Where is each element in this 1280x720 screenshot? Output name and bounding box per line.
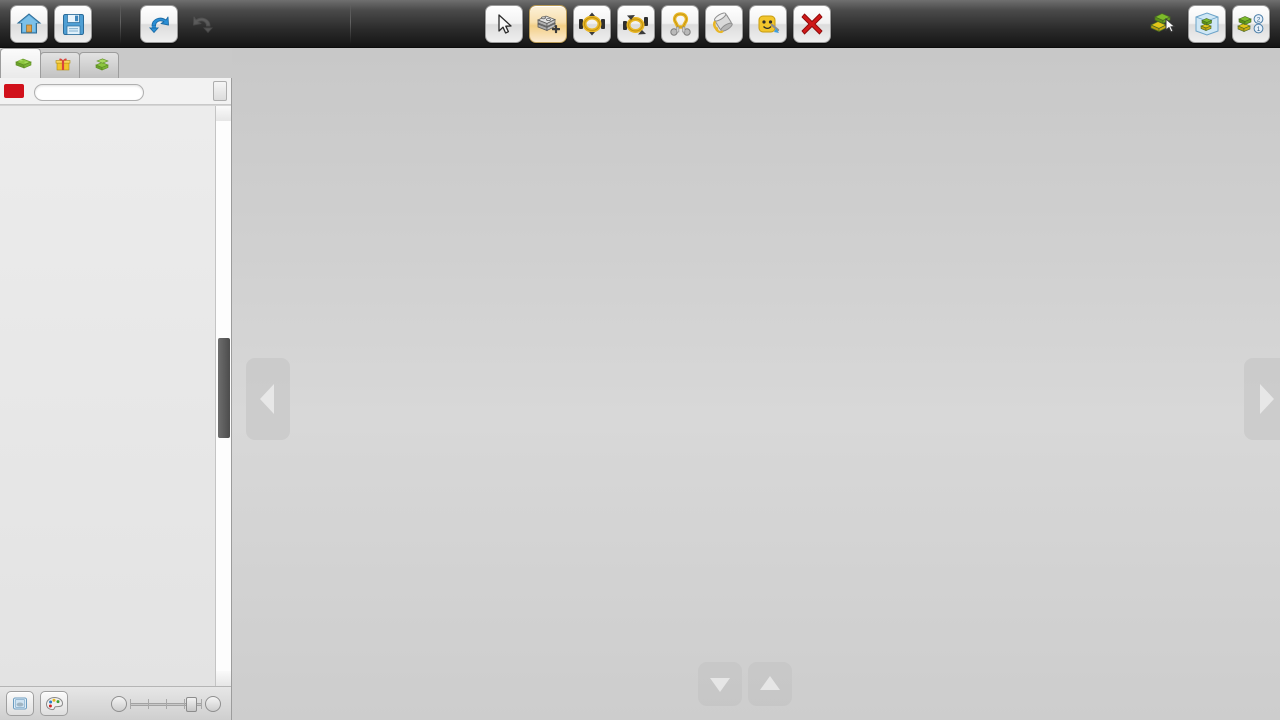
panel-tabstrip <box>0 48 232 78</box>
rotate-right-button[interactable] <box>1244 358 1280 440</box>
toolbar-mode-group: 2 1 <box>1144 0 1270 48</box>
tab-bricks[interactable] <box>0 48 41 78</box>
toolbar-divider-1 <box>120 4 121 44</box>
rotate-up-button[interactable] <box>748 662 792 706</box>
zoom-track[interactable] <box>130 696 202 712</box>
build-mode-button[interactable] <box>1144 5 1182 43</box>
scrollbar-thumb[interactable] <box>218 338 230 438</box>
lego-digital-designer-window: 2 1 <box>0 0 1280 720</box>
select-tool[interactable] <box>485 5 523 43</box>
zoom-handle[interactable] <box>186 696 197 712</box>
palette-zoom-slider[interactable] <box>111 695 225 712</box>
brick-palette-panel <box>0 78 232 720</box>
zoom-tick <box>166 698 167 709</box>
green-brick-icon <box>15 56 32 72</box>
gift-box-icon <box>55 57 71 74</box>
panel-footer <box>0 686 231 720</box>
hinge-tool[interactable] <box>573 5 611 43</box>
panel-collapse-button[interactable] <box>213 81 227 101</box>
zoom-tick <box>184 698 185 709</box>
hinge-align-tool[interactable] <box>661 5 699 43</box>
model-layer <box>232 48 1280 720</box>
toolbar-history-group <box>140 0 222 48</box>
zoom-tick <box>201 698 202 709</box>
views-button[interactable] <box>6 691 34 716</box>
app-logo <box>4 84 28 98</box>
toolbar-file-group <box>10 0 92 48</box>
toolbar-tools-group <box>485 0 831 48</box>
stacked-bricks-icon <box>94 57 110 74</box>
zoom-tick <box>130 698 131 709</box>
brick-palette <box>0 105 231 686</box>
home-button[interactable] <box>10 5 48 43</box>
rotate-left-button[interactable] <box>246 358 290 440</box>
paint-tool[interactable] <box>705 5 743 43</box>
brick-grid <box>0 106 215 686</box>
lego-logo-mark <box>4 84 24 98</box>
clone-tool[interactable] <box>529 5 567 43</box>
zoom-tick <box>148 698 149 709</box>
clone-color-tool[interactable] <box>749 5 787 43</box>
color-palette-button[interactable] <box>40 691 68 716</box>
scroll-down-arrow[interactable] <box>216 671 231 686</box>
build-viewport[interactable] <box>232 48 1280 720</box>
save-button[interactable] <box>54 5 92 43</box>
svg-text:2: 2 <box>1257 17 1261 24</box>
brick-search-input[interactable] <box>34 83 144 101</box>
tab-templates[interactable] <box>40 52 80 78</box>
toolbar-divider-2 <box>350 4 351 44</box>
redo-button[interactable] <box>184 5 222 43</box>
top-toolbar: 2 1 <box>0 0 1280 48</box>
panel-header <box>0 78 231 105</box>
svg-text:1: 1 <box>1257 26 1261 33</box>
undo-button[interactable] <box>140 5 178 43</box>
tab-groups[interactable] <box>79 52 119 78</box>
palette-scrollbar[interactable] <box>215 106 231 686</box>
zoom-in-button[interactable] <box>205 695 221 712</box>
delete-tool[interactable] <box>793 5 831 43</box>
guide-mode-button[interactable]: 2 1 <box>1232 5 1270 43</box>
view-mode-button[interactable] <box>1188 5 1226 43</box>
scroll-up-arrow[interactable] <box>216 106 231 121</box>
rotate-down-button[interactable] <box>698 662 742 706</box>
flex-tool[interactable] <box>617 5 655 43</box>
zoom-out-button[interactable] <box>111 695 127 712</box>
